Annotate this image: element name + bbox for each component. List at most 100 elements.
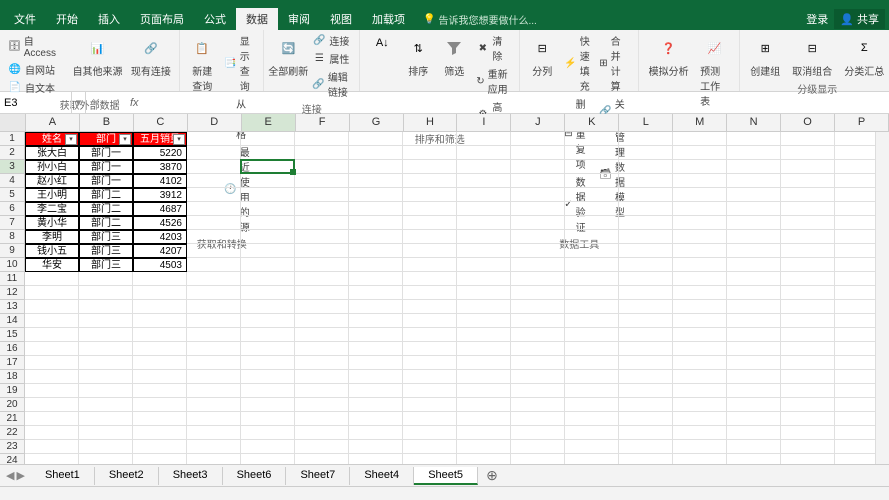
cell-D16[interactable]: [187, 342, 241, 356]
cell-I17[interactable]: [457, 356, 511, 370]
cell-I19[interactable]: [457, 384, 511, 398]
col-header-C[interactable]: C: [134, 114, 188, 132]
col-header-K[interactable]: K: [565, 114, 619, 132]
cell-M22[interactable]: [673, 426, 727, 440]
cell-O14[interactable]: [781, 314, 835, 328]
cell-K20[interactable]: [565, 398, 619, 412]
row-header-23[interactable]: 23: [0, 440, 25, 454]
cell-K22[interactable]: [565, 426, 619, 440]
cell-C3[interactable]: 3870: [133, 160, 187, 174]
cell-H3[interactable]: [403, 160, 457, 174]
cell-F21[interactable]: [295, 412, 349, 426]
cell-M14[interactable]: [673, 314, 727, 328]
cell-H8[interactable]: [403, 230, 457, 244]
cell-E1[interactable]: [241, 132, 295, 146]
cell-H18[interactable]: [403, 370, 457, 384]
cell-J11[interactable]: [511, 272, 565, 286]
cell-I14[interactable]: [457, 314, 511, 328]
connections-button[interactable]: 🔗连接: [310, 32, 353, 49]
cell-K2[interactable]: [565, 146, 619, 160]
cell-L7[interactable]: [619, 216, 673, 230]
cell-N8[interactable]: [727, 230, 781, 244]
cell-A10[interactable]: 华安: [25, 258, 79, 272]
cell-H17[interactable]: [403, 356, 457, 370]
cell-L19[interactable]: [619, 384, 673, 398]
cell-B1[interactable]: 部门▾: [79, 132, 133, 146]
cell-L8[interactable]: [619, 230, 673, 244]
col-header-B[interactable]: B: [80, 114, 134, 132]
from-web-button[interactable]: 🌐自网站: [6, 61, 67, 78]
cell-M13[interactable]: [673, 300, 727, 314]
cell-C2[interactable]: 5220: [133, 146, 187, 160]
cell-G5[interactable]: [349, 188, 403, 202]
cell-K23[interactable]: [565, 440, 619, 454]
cell-C6[interactable]: 4687: [133, 202, 187, 216]
cell-B9[interactable]: 部门三: [79, 244, 133, 258]
cell-E15[interactable]: [241, 328, 295, 342]
cell-L18[interactable]: [619, 370, 673, 384]
cell-K14[interactable]: [565, 314, 619, 328]
cell-D2[interactable]: [187, 146, 241, 160]
col-header-L[interactable]: L: [619, 114, 673, 132]
cell-N19[interactable]: [727, 384, 781, 398]
cell-E7[interactable]: [241, 216, 295, 230]
cell-E5[interactable]: [241, 188, 295, 202]
cell-K4[interactable]: [565, 174, 619, 188]
cell-G14[interactable]: [349, 314, 403, 328]
row-header-2[interactable]: 2: [0, 146, 25, 160]
cell-L5[interactable]: [619, 188, 673, 202]
cell-K10[interactable]: [565, 258, 619, 272]
row-header-10[interactable]: 10: [0, 258, 25, 272]
cell-O12[interactable]: [781, 286, 835, 300]
cell-D8[interactable]: [187, 230, 241, 244]
cell-B4[interactable]: 部门一: [79, 174, 133, 188]
cell-G10[interactable]: [349, 258, 403, 272]
cell-H10[interactable]: [403, 258, 457, 272]
cell-D5[interactable]: [187, 188, 241, 202]
cell-J21[interactable]: [511, 412, 565, 426]
cell-H5[interactable]: [403, 188, 457, 202]
cell-A14[interactable]: [25, 314, 79, 328]
cell-M15[interactable]: [673, 328, 727, 342]
cell-I15[interactable]: [457, 328, 511, 342]
cell-B3[interactable]: 部门一: [79, 160, 133, 174]
cell-H22[interactable]: [403, 426, 457, 440]
cell-C22[interactable]: [133, 426, 187, 440]
cell-A11[interactable]: [25, 272, 79, 286]
cell-C19[interactable]: [133, 384, 187, 398]
cell-F11[interactable]: [295, 272, 349, 286]
cell-K11[interactable]: [565, 272, 619, 286]
cell-M19[interactable]: [673, 384, 727, 398]
cell-J16[interactable]: [511, 342, 565, 356]
cell-M17[interactable]: [673, 356, 727, 370]
cell-J4[interactable]: [511, 174, 565, 188]
cell-A4[interactable]: 赵小红: [25, 174, 79, 188]
cell-G21[interactable]: [349, 412, 403, 426]
properties-button[interactable]: ☰属性: [310, 50, 353, 67]
cell-J19[interactable]: [511, 384, 565, 398]
cell-K21[interactable]: [565, 412, 619, 426]
clear-filter-button[interactable]: ✖清除: [474, 32, 513, 64]
cell-E8[interactable]: [241, 230, 295, 244]
cell-D4[interactable]: [187, 174, 241, 188]
cell-G3[interactable]: [349, 160, 403, 174]
row-header-6[interactable]: 6: [0, 202, 25, 216]
cell-J2[interactable]: [511, 146, 565, 160]
cell-H12[interactable]: [403, 286, 457, 300]
cell-L4[interactable]: [619, 174, 673, 188]
cell-F4[interactable]: [295, 174, 349, 188]
cell-B23[interactable]: [79, 440, 133, 454]
cell-M18[interactable]: [673, 370, 727, 384]
cell-H14[interactable]: [403, 314, 457, 328]
cell-J23[interactable]: [511, 440, 565, 454]
vertical-scrollbar[interactable]: [875, 132, 889, 464]
cell-E4[interactable]: [241, 174, 295, 188]
cell-A8[interactable]: 李明: [25, 230, 79, 244]
cell-E6[interactable]: [241, 202, 295, 216]
cell-D11[interactable]: [187, 272, 241, 286]
cell-K13[interactable]: [565, 300, 619, 314]
cell-M2[interactable]: [673, 146, 727, 160]
cell-A9[interactable]: 钱小五: [25, 244, 79, 258]
cell-D17[interactable]: [187, 356, 241, 370]
cell-I12[interactable]: [457, 286, 511, 300]
